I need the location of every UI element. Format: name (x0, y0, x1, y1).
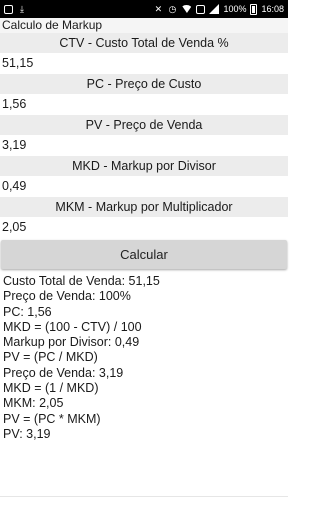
ctv-field-group: CTV - Custo Total de Venda % (0, 33, 288, 74)
calculate-button[interactable]: Calcular (1, 240, 287, 269)
result-line: PV = (PC * MKM) (3, 411, 101, 426)
result-line: Custo Total de Venda: 51,15 (3, 274, 160, 288)
battery-icon (250, 3, 258, 15)
bottom-divider (0, 496, 288, 497)
result-line: MKM: 2,05 (3, 396, 64, 411)
sim-icon (196, 4, 206, 14)
mkd-field-group: MKD - Markup por Divisor (0, 156, 288, 197)
result-line: Preço de Venda: 3,19 (3, 365, 124, 380)
result-line: PC: 1,56 (3, 304, 52, 319)
result-line: Preço de Venda: 100% (3, 289, 131, 304)
mkm-input[interactable] (0, 217, 288, 238)
ctv-label: CTV - Custo Total de Venda % (0, 33, 288, 53)
pc-field-group: PC - Preço de Custo (0, 74, 288, 115)
status-bar: ⤓ ✕ ◷ 100% 16:08 (0, 0, 288, 18)
result-line: MKD = (100 - CTV) / 100 (3, 319, 142, 334)
pv-field-group: PV - Preço de Venda (0, 115, 288, 156)
status-bar-left: ⤓ (4, 4, 27, 14)
app-title: Calculo de Markup (0, 18, 288, 33)
mkd-input[interactable] (0, 176, 288, 197)
wifi-icon (181, 5, 193, 13)
signal-icon (209, 4, 220, 14)
status-time: 16:08 (261, 4, 284, 14)
mute-icon: ✕ (154, 4, 163, 14)
pc-input[interactable] (0, 94, 288, 115)
pc-label: PC - Preço de Custo (0, 74, 288, 94)
result-line: Markup por Divisor: 0,49 (3, 335, 140, 350)
mkm-label: MKM - Markup por Multiplicador (0, 197, 288, 217)
result-line: PV = (PC / MKD) (3, 350, 98, 365)
pv-label: PV - Preço de Venda (0, 115, 288, 135)
battery-percent: 100% (223, 4, 247, 14)
mkm-field-group: MKM - Markup por Multiplicador (0, 197, 288, 238)
mkd-label: MKD - Markup por Divisor (0, 156, 288, 176)
alarm-icon: ◷ (168, 4, 177, 14)
result-line: PV: 3,19 (3, 426, 51, 441)
results-panel: Custo Total de Venda: 51,15 Preço de Ven… (0, 269, 288, 442)
image-icon (4, 4, 13, 14)
pv-input[interactable] (0, 135, 288, 156)
download-icon: ⤓ (20, 4, 24, 14)
result-line: MKD = (1 / MKD) (3, 381, 99, 396)
ctv-input[interactable] (0, 53, 288, 74)
status-bar-right: ✕ ◷ 100% 16:08 (153, 3, 284, 15)
